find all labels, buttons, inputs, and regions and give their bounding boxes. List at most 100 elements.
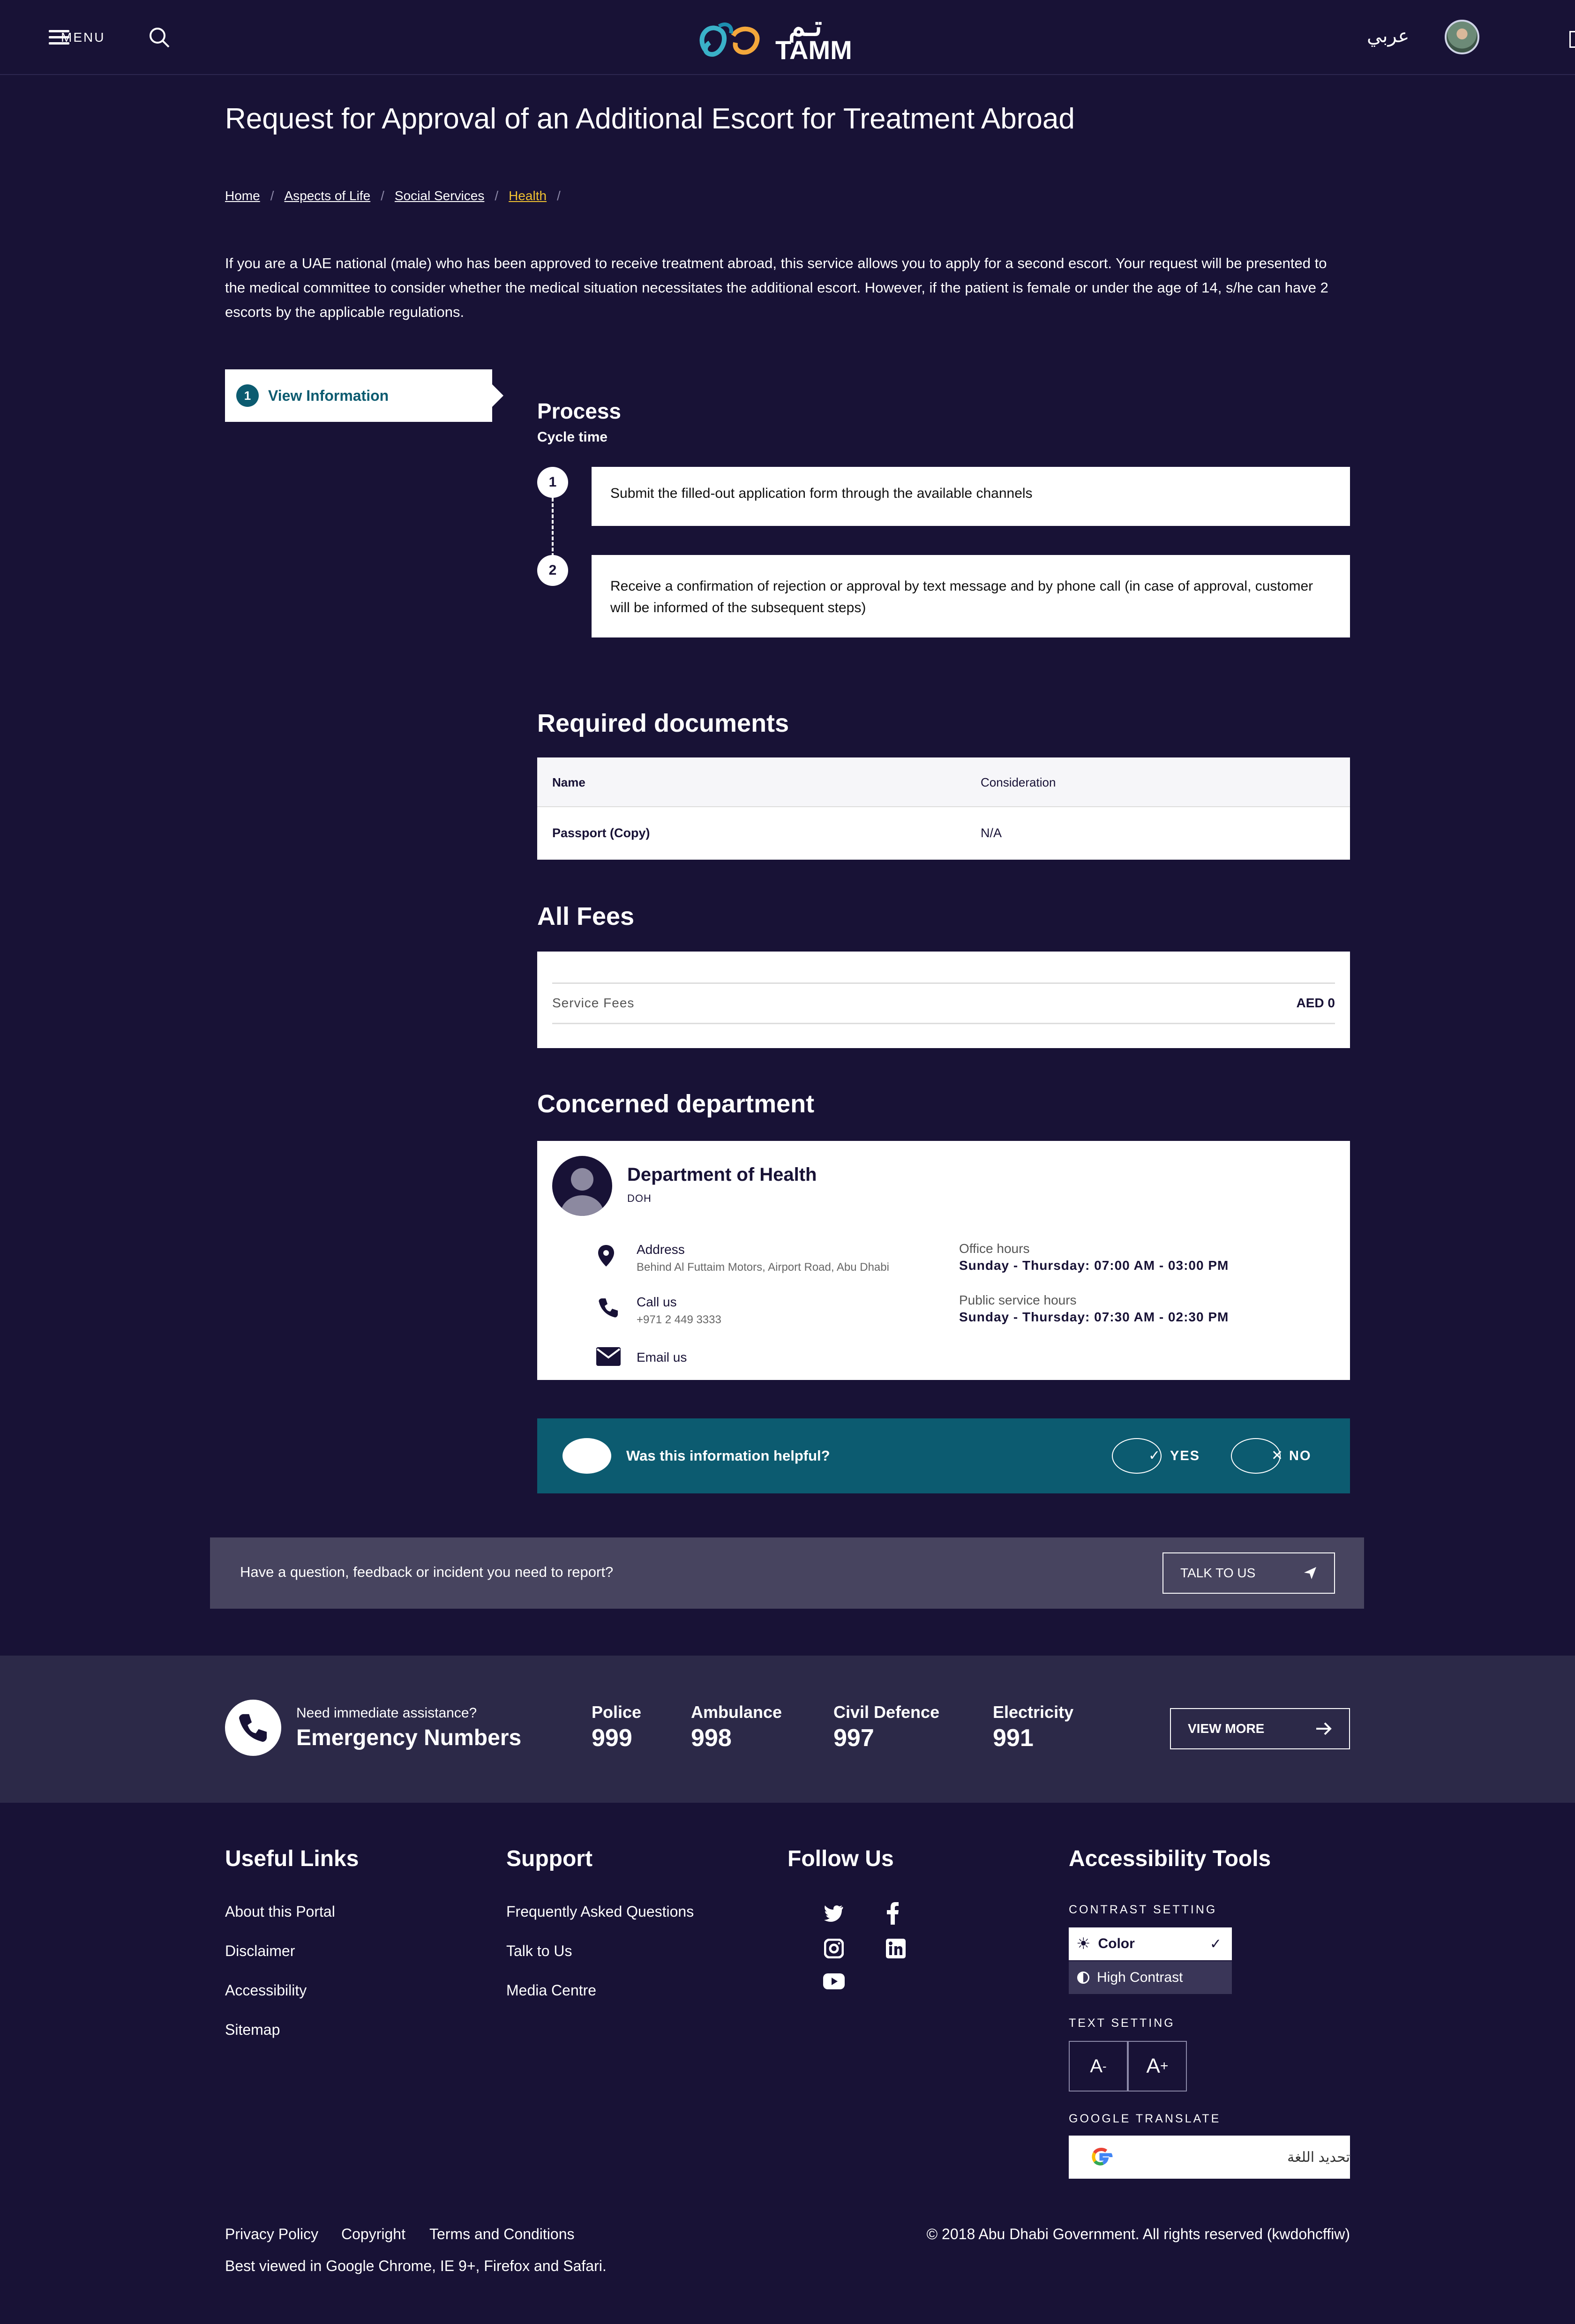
footer-link-sitemap[interactable]: Sitemap [225, 2021, 280, 2039]
phone-icon[interactable] [598, 1297, 619, 1320]
process-step-text: Submit the filled-out application form t… [610, 486, 1033, 501]
process-connector [552, 498, 554, 557]
emergency-civil-label: Civil Defence [833, 1702, 940, 1722]
address-label: Address [637, 1242, 685, 1257]
process-subtitle: Cycle time [537, 429, 608, 445]
department-abbr: DOH [627, 1192, 652, 1204]
email-link[interactable]: Email us [637, 1350, 687, 1365]
text-setting-label: TEXT SETTING [1069, 2017, 1175, 2030]
process-step-text: Receive a confirmation of rejection or a… [610, 578, 1313, 615]
emergency-ambulance-label: Ambulance [691, 1702, 782, 1722]
breadcrumb: Home / Aspects of Life / Social Services / Hea… [225, 188, 561, 203]
fees-divider [552, 982, 1335, 984]
emergency-civil-number[interactable]: 997 [833, 1724, 874, 1752]
document-consideration: N/A [981, 826, 1002, 840]
text-decrease-button[interactable]: A- [1069, 2041, 1128, 2092]
page-title: Request for Approval of an Additional Es… [225, 103, 1075, 135]
footer-link-accessibility[interactable]: Accessibility [225, 1982, 307, 1999]
youtube-icon[interactable] [823, 1973, 845, 1992]
language-toggle[interactable]: عربي [1367, 25, 1409, 47]
public-hours-label: Public service hours [959, 1293, 1077, 1307]
public-hours-value: Sunday - Thursday: 07:30 AM - 02:30 PM [959, 1310, 1229, 1324]
talk-to-us-button[interactable]: TALK TO US [1162, 1552, 1335, 1594]
contrast-color-label: Color [1098, 1936, 1135, 1951]
contrast-setting-label: CONTRAST SETTING [1069, 1903, 1217, 1916]
feedback-no-label: NO [1289, 1448, 1312, 1463]
edge-indicator [1569, 31, 1575, 48]
process-step-number: 1 [537, 467, 568, 498]
close-icon: ✕ [1271, 1448, 1283, 1463]
breadcrumb-aspects[interactable]: Aspects of Life [284, 188, 370, 203]
google-translate-label: GOOGLE TRANSLATE [1069, 2112, 1221, 2125]
phone-circle-icon [225, 1700, 281, 1756]
feedback-yes-button[interactable]: ✓ YES [1112, 1438, 1201, 1474]
breadcrumb-current[interactable]: Health [509, 188, 547, 203]
sidenav-step-number: 1 [236, 384, 259, 407]
feedback-yes-label: YES [1170, 1448, 1200, 1463]
envelope-icon[interactable] [596, 1347, 621, 1368]
sidenav-label: View Information [268, 387, 389, 404]
user-avatar[interactable] [1445, 20, 1479, 54]
menu-label[interactable]: MENU [61, 30, 105, 45]
office-hours-value: Sunday - Thursday: 07:00 AM - 03:00 PM [959, 1258, 1229, 1273]
address-value: Behind Al Futtaim Motors, Airport Road, … [637, 1261, 889, 1274]
fees-label: Service Fees [552, 996, 635, 1010]
document-name: Passport (Copy) [552, 826, 650, 840]
google-translate-select[interactable]: تحديد اللغة [1069, 2136, 1350, 2179]
half-circle-icon [1077, 1972, 1089, 1984]
report-bar: Have a question, feedback or incident yo… [210, 1537, 1364, 1609]
footer-link-talk[interactable]: Talk to Us [506, 1942, 572, 1960]
view-more-button[interactable]: VIEW MORE [1170, 1708, 1350, 1749]
emergency-small: Need immediate assistance? [296, 1705, 477, 1721]
call-value[interactable]: +971 2 449 3333 [637, 1313, 721, 1327]
emergency-police-number[interactable]: 999 [592, 1724, 632, 1752]
footer-link-faq[interactable]: Frequently Asked Questions [506, 1903, 694, 1920]
footer-link-about[interactable]: About this Portal [225, 1903, 335, 1920]
search-icon[interactable] [148, 26, 171, 51]
top-header: MENU تـم TAMM عربي [0, 0, 1575, 75]
table-row: Passport (Copy) N/A [537, 807, 1350, 859]
location-pin-icon [598, 1245, 614, 1269]
sun-icon: ☀ [1076, 1935, 1091, 1953]
feedback-no-button[interactable]: ✕ NO [1231, 1438, 1320, 1474]
contrast-color-option[interactable]: ☀ Color ✓ [1069, 1927, 1232, 1960]
call-label[interactable]: Call us [637, 1295, 677, 1310]
office-hours-label: Office hours [959, 1241, 1030, 1256]
terms-link[interactable]: Terms and Conditions [429, 2226, 574, 2243]
documents-header-row: Name Consideration [537, 757, 1350, 807]
feedback-question: Was this information helpful? [626, 1447, 830, 1464]
documents-title: Required documents [537, 709, 789, 737]
department-avatar [552, 1156, 612, 1216]
breadcrumb-social[interactable]: Social Services [395, 188, 484, 203]
report-text: Have a question, feedback or incident yo… [240, 1564, 614, 1580]
feedback-bar: Was this information helpful? ✓ YES ✕ NO [537, 1418, 1350, 1493]
emergency-ambulance-number[interactable]: 998 [691, 1724, 732, 1752]
linkedin-icon[interactable] [886, 1939, 906, 1961]
facebook-icon[interactable] [887, 1902, 899, 1927]
process-step: Submit the filled-out application form t… [592, 467, 1350, 526]
privacy-policy-link[interactable]: Privacy Policy [225, 2226, 318, 2243]
footer-link-media[interactable]: Media Centre [506, 1982, 596, 1999]
google-translate-value: تحديد اللغة [1287, 2149, 1350, 2165]
tamm-logo[interactable]: تـم TAMM [696, 11, 855, 65]
sidenav-view-information[interactable]: 1 View Information [225, 369, 503, 422]
contrast-high-option[interactable]: High Contrast [1069, 1961, 1232, 1994]
department-name: Department of Health [627, 1164, 817, 1185]
department-card: Department of Health DOH Address Behind … [537, 1141, 1350, 1380]
emergency-electricity-label: Electricity [993, 1702, 1074, 1722]
documents-table: Name Consideration Passport (Copy) N/A [537, 757, 1350, 860]
footer-link-disclaimer[interactable]: Disclaimer [225, 1942, 295, 1960]
send-icon [1304, 1567, 1316, 1579]
support-title: Support [506, 1846, 592, 1871]
process-step: Receive a confirmation of rejection or a… [592, 555, 1350, 637]
text-decrease-label: A [1090, 2055, 1102, 2077]
department-title: Concerned department [537, 1090, 815, 1118]
breadcrumb-home[interactable]: Home [225, 188, 260, 203]
google-icon [1092, 2148, 1113, 2166]
twitter-icon[interactable] [824, 1905, 844, 1924]
fees-value: AED 0 [1296, 996, 1335, 1010]
text-increase-button[interactable]: A + [1128, 2041, 1187, 2092]
copyright-link[interactable]: Copyright [341, 2226, 405, 2243]
emergency-electricity-number[interactable]: 991 [993, 1724, 1034, 1752]
instagram-icon[interactable] [824, 1938, 844, 1961]
